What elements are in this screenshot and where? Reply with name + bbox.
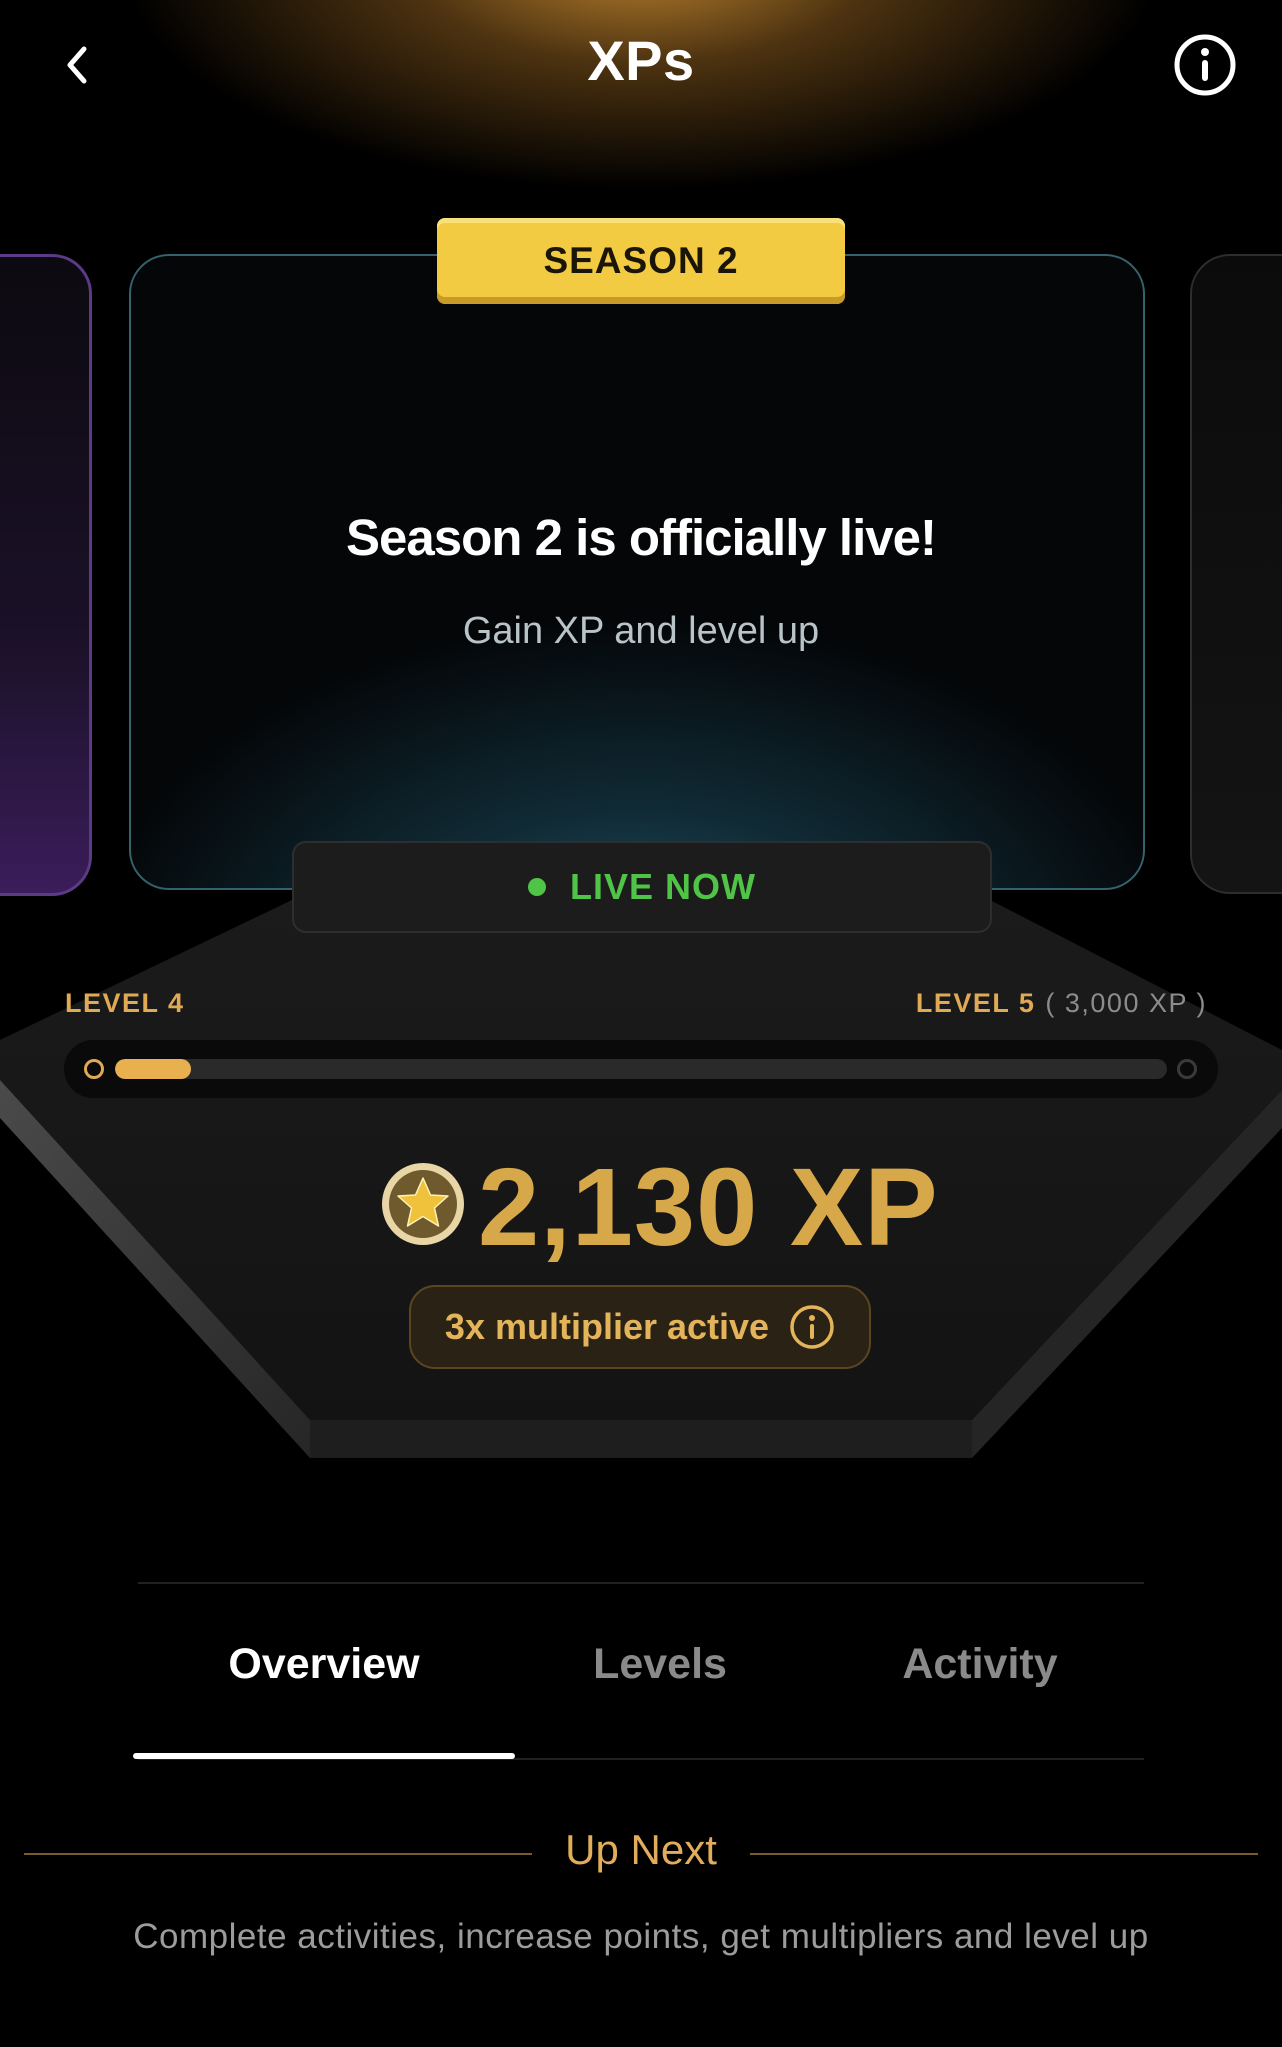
season-subtitle: Gain XP and level up [462,610,820,652]
carousel-card-next[interactable] [1190,254,1282,894]
up-next-divider-right [750,1853,1258,1855]
next-level-info: LEVEL 5 ( 3,000 XP ) [916,988,1207,1019]
next-level-xp: ( 3,000 XP ) [1045,988,1207,1018]
tab-overview[interactable]: Overview [133,1640,515,1689]
multiplier-button[interactable]: 3x multiplier active [409,1285,871,1369]
page-title: XPs [587,29,695,92]
live-dot-icon [528,878,546,896]
tabs-divider-top [138,1582,1144,1584]
multiplier-label: 3x multiplier active [444,1306,770,1347]
progress-end-marker [1177,1059,1197,1079]
carousel-card-previous[interactable] [0,254,92,896]
season-headline: Season 2 is officially live! [346,509,937,566]
current-level-label: LEVEL 4 [65,988,185,1018]
up-next-divider-left [24,1853,532,1855]
season-badge: SEASON 2 [437,218,845,304]
info-icon [790,1305,834,1349]
live-status-label: LIVE NOW [570,866,756,907]
info-icon [1174,34,1236,96]
level-progress-fill [115,1059,191,1079]
progress-start-marker [84,1059,104,1079]
live-status-pill: LIVE NOW [292,841,992,933]
star-coin-icon [382,1163,464,1245]
up-next-title: Up Next [565,1826,717,1873]
season-card[interactable] [129,254,1145,890]
up-next-description: Complete activities, increase points, ge… [133,1917,1149,1956]
next-level-label: LEVEL 5 [915,988,1036,1018]
tab-activity[interactable]: Activity [840,1640,1120,1689]
xp-total: 2,130 XP [478,1146,939,1269]
active-tab-indicator [133,1753,515,1759]
tab-levels[interactable]: Levels [520,1640,800,1689]
info-button[interactable] [1173,33,1237,97]
level-progress-track [115,1059,1167,1079]
